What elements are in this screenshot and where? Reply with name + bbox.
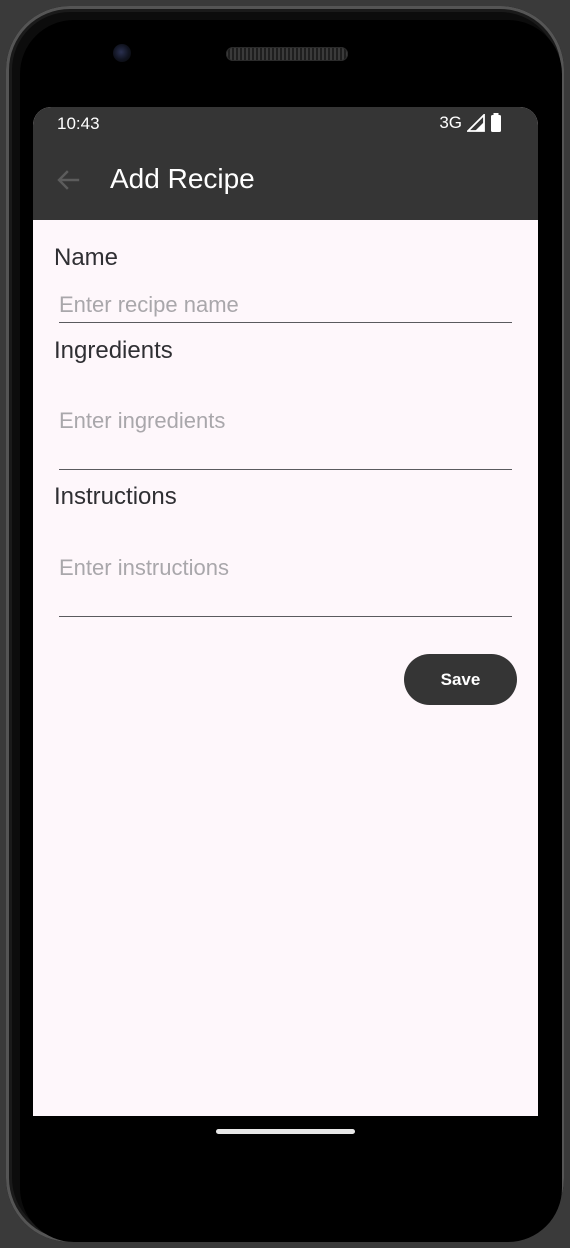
- save-button[interactable]: Save: [404, 654, 517, 705]
- signal-icon: [467, 114, 485, 132]
- app-bar: Add Recipe: [33, 141, 538, 220]
- earpiece-speaker: [226, 47, 348, 61]
- recipe-name-input[interactable]: [59, 287, 512, 323]
- home-gesture-bar[interactable]: [216, 1129, 355, 1134]
- instructions-label: Instructions: [54, 483, 177, 510]
- arrow-back-icon[interactable]: [55, 167, 81, 193]
- ingredients-label: Ingredients: [54, 337, 173, 364]
- screen: 10:43 3G Add Recipe Name Ingredients: [33, 107, 538, 1116]
- battery-icon: [491, 113, 501, 132]
- front-camera: [113, 44, 131, 62]
- ingredients-input[interactable]: [59, 403, 512, 470]
- status-bar: 10:43 3G: [33, 107, 538, 141]
- status-time: 10:43: [57, 114, 100, 133]
- network-type: 3G: [439, 113, 462, 132]
- page-title: Add Recipe: [110, 163, 255, 194]
- phone-device: 10:43 3G Add Recipe Name Ingredients: [0, 0, 570, 1248]
- name-label: Name: [54, 244, 119, 271]
- instructions-input[interactable]: [59, 550, 512, 617]
- status-icons: 3G: [439, 113, 502, 133]
